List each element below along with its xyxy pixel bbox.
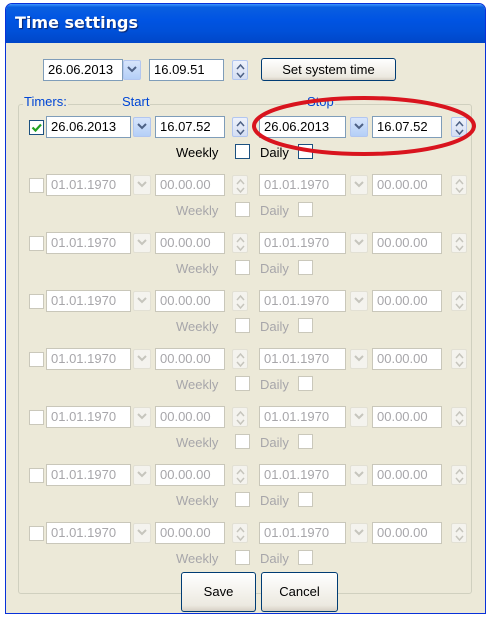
time-settings-window: Time settings 26.06.2013 16.09.51 Set sy… [5, 3, 486, 614]
highlight-ellipse [252, 96, 476, 156]
